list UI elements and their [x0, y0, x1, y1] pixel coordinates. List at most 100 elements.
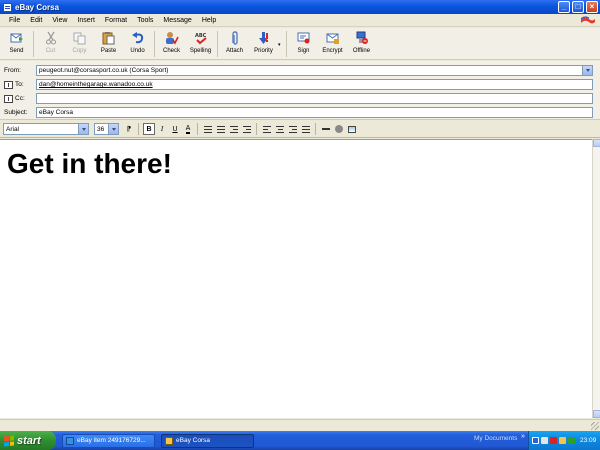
taskbar-item-ebay-item[interactable]: eBay item 249176729... [62, 433, 155, 448]
cc-field[interactable] [36, 93, 593, 104]
check-names-icon [165, 31, 179, 45]
taskbar-item-ebay-corsa[interactable]: eBay Corsa [161, 433, 254, 448]
scroll-down-arrow-icon[interactable] [593, 410, 600, 418]
toolbar: Send Cut Copy Paste Undo Check ABC Spell… [0, 28, 600, 60]
priority-button[interactable]: Priority [249, 28, 278, 58]
resize-grip-icon[interactable] [591, 422, 599, 430]
horizontal-line-button[interactable] [320, 123, 332, 135]
priority-dropdown-icon[interactable]: ▾ [278, 28, 284, 48]
offline-icon [355, 31, 369, 45]
menu-edit[interactable]: Edit [25, 17, 47, 24]
globe-link-icon [335, 125, 343, 133]
clock: 23:09 [580, 437, 597, 444]
taskbar-item-label: eBay Corsa [176, 437, 210, 444]
copy-icon [73, 31, 87, 45]
offline-button[interactable]: Offline [347, 28, 376, 58]
browser-window-icon [66, 436, 74, 445]
toolbar-separator [154, 31, 155, 57]
insert-picture-button[interactable] [346, 123, 358, 135]
to-value: dan@homeinthegarage.wanadoo.co.uk [39, 81, 153, 88]
security-alert-icon[interactable] [550, 437, 557, 444]
volume-icon[interactable] [541, 437, 548, 444]
menu-file[interactable]: File [4, 17, 25, 24]
align-right-button[interactable] [287, 123, 299, 135]
menu-view[interactable]: View [47, 17, 72, 24]
chevron-down-icon[interactable] [108, 124, 118, 134]
font-name-select[interactable]: Arial [3, 123, 89, 135]
spelling-label: Spelling [189, 48, 212, 54]
paste-button[interactable]: Paste [94, 28, 123, 58]
minimize-button[interactable]: _ [558, 1, 570, 13]
format-separator [256, 123, 257, 135]
align-left-icon [263, 125, 271, 133]
menu-insert[interactable]: Insert [72, 17, 100, 24]
vertical-scrollbar[interactable] [592, 139, 600, 418]
attach-button[interactable]: Attach [220, 28, 249, 58]
paste-label: Paste [100, 48, 117, 54]
antivirus-icon[interactable] [559, 437, 566, 444]
start-button[interactable]: start [0, 431, 56, 450]
spelling-icon: ABC [194, 31, 208, 45]
to-address-book-button[interactable]: To: [0, 80, 34, 89]
windows-logo-icon [581, 16, 595, 24]
font-color-icon: A [185, 124, 191, 134]
numbered-list-button[interactable] [202, 123, 214, 135]
decrease-indent-button[interactable] [228, 123, 240, 135]
align-center-button[interactable] [274, 123, 286, 135]
my-documents-toolbar[interactable]: My Documents [474, 435, 517, 442]
message-body-editor[interactable]: Get in there! [0, 139, 592, 418]
check-button[interactable]: Check [157, 28, 186, 58]
bold-button[interactable]: B [143, 123, 155, 135]
menu-message[interactable]: Message [158, 17, 196, 24]
insert-hyperlink-button[interactable] [333, 123, 345, 135]
font-size-select[interactable]: 36 [94, 123, 119, 135]
subject-value: eBay Corsa [39, 109, 73, 116]
copy-button[interactable]: Copy [65, 28, 94, 58]
italic-button[interactable]: I [156, 123, 168, 135]
menu-format[interactable]: Format [100, 17, 132, 24]
taskbar-item-label: eBay item 249176729... [77, 437, 146, 444]
address-book-icon [4, 94, 13, 103]
send-icon [10, 31, 24, 45]
scroll-up-arrow-icon[interactable] [593, 139, 600, 147]
paragraph-style-icon: ⁋ [126, 126, 132, 133]
cc-label: Cc: [15, 95, 25, 102]
italic-icon: I [160, 125, 164, 133]
chevron-down-icon[interactable] [78, 124, 88, 134]
send-button[interactable]: Send [2, 28, 31, 58]
font-name-value: Arial [6, 125, 20, 133]
menu-help[interactable]: Help [197, 17, 221, 24]
undo-button[interactable]: Undo [123, 28, 152, 58]
encrypt-button[interactable]: Encrypt [318, 28, 347, 58]
underline-button[interactable]: U [169, 123, 181, 135]
cut-button[interactable]: Cut [36, 28, 65, 58]
cc-address-book-button[interactable]: Cc: [0, 94, 34, 103]
format-separator [138, 123, 139, 135]
from-select[interactable]: peugeot.nut@corsasport.co.uk (Corsa Spor… [36, 65, 593, 76]
certificate-icon [297, 31, 311, 45]
from-row: From: peugeot.nut@corsasport.co.uk (Cors… [0, 64, 600, 77]
chevron-down-icon[interactable] [582, 66, 592, 75]
network-icon[interactable] [532, 437, 539, 444]
message-body-text[interactable]: Get in there! [7, 148, 172, 180]
align-left-button[interactable] [261, 123, 273, 135]
sign-button[interactable]: Sign [289, 28, 318, 58]
maximize-button[interactable]: □ [572, 1, 584, 13]
priority-icon [257, 31, 271, 45]
justify-button[interactable] [300, 123, 312, 135]
window-title: eBay Corsa [15, 2, 60, 12]
menu-tools[interactable]: Tools [132, 17, 158, 24]
subject-field[interactable]: eBay Corsa [36, 107, 593, 118]
start-label: start [17, 434, 41, 447]
messenger-icon[interactable] [568, 437, 575, 444]
increase-indent-button[interactable] [241, 123, 253, 135]
bulleted-list-icon [217, 125, 225, 133]
to-field[interactable]: dan@homeinthegarage.wanadoo.co.uk [36, 79, 593, 90]
toolbar-chevron-icon[interactable]: » [521, 433, 525, 440]
spelling-button[interactable]: ABC Spelling [186, 28, 215, 58]
font-color-button[interactable]: A [182, 123, 194, 135]
close-button[interactable]: × [586, 1, 598, 13]
bulleted-list-button[interactable] [215, 123, 227, 135]
paragraph-style-button[interactable]: ⁋ [123, 123, 135, 135]
toolbar-separator [217, 31, 218, 57]
